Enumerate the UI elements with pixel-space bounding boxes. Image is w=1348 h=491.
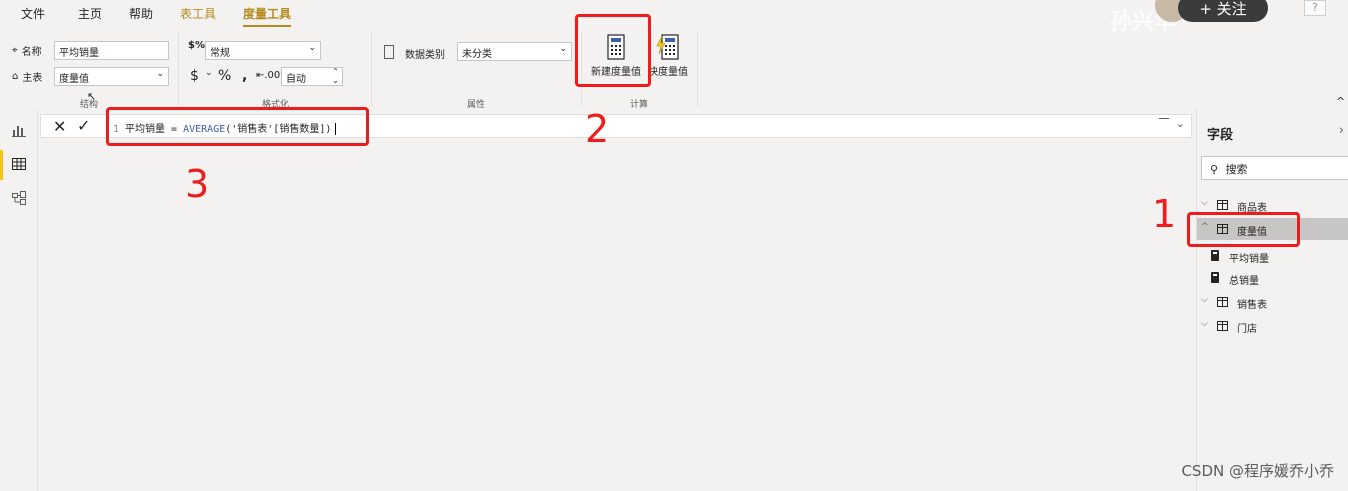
fields-title: 字段 — [1207, 128, 1234, 143]
table-row-store[interactable]: ⌵ 门店 — [1197, 315, 1348, 337]
menu-table-tools[interactable]: 表工具 — [180, 5, 216, 22]
annotation-number-1: 1 — [1152, 192, 1177, 236]
csdn-watermark: CSDN @程序媛乔小乔 — [1181, 462, 1334, 480]
comma-icon[interactable]: , — [242, 68, 247, 84]
chevron-down-icon: ⌄ — [308, 43, 316, 53]
percent-icon[interactable]: % — [218, 68, 231, 84]
collapse-ribbon-icon[interactable]: ^ — [1336, 95, 1345, 108]
measure-icon — [1211, 250, 1219, 261]
annotation-box-formula — [106, 107, 369, 146]
calculations-group-label: 计算 — [630, 100, 649, 110]
view-rail — [0, 110, 38, 491]
chevron-down-icon: ⌄ — [559, 44, 567, 54]
decimal-auto-input[interactable]: 自动 ⌃ ⌄ — [281, 67, 343, 86]
cancel-formula-icon[interactable]: ✕ — [53, 117, 66, 136]
mouse-cursor-icon: ↖ — [87, 90, 97, 103]
search-icon: ⚲ — [1210, 163, 1219, 176]
active-view-indicator — [0, 150, 3, 180]
expand-formula-icon[interactable]: ⌄ — [1176, 117, 1185, 130]
annotation-number-2: 2 — [585, 107, 610, 151]
report-view-icon[interactable] — [11, 122, 27, 138]
ribbon-separator — [178, 32, 179, 106]
model-view-icon[interactable] — [11, 190, 27, 206]
data-canvas — [39, 110, 1195, 491]
fields-pane: 字段 › ⚲ 搜索 ⌵ 商品表 ^ 度量值 平均销量 总销量 ⌵ 销售表 ⌵ 门… — [1196, 110, 1348, 491]
menu-home[interactable]: 主页 — [78, 5, 102, 22]
chevron-down-icon[interactable]: ⌵ — [1201, 295, 1208, 305]
data-category-label: 数据类别 — [405, 50, 445, 61]
annotation-number-3: 3 — [185, 162, 210, 206]
measure-row-total-sales[interactable]: 总销量 — [1197, 267, 1348, 289]
measure-row-avg-sales[interactable]: 平均销量 — [1197, 245, 1348, 267]
quick-calculator-icon — [656, 34, 679, 60]
help-icon[interactable]: ? — [1304, 0, 1326, 16]
data-category-icon — [384, 45, 394, 59]
formula-bar-rule — [1159, 118, 1169, 119]
chevron-down-icon[interactable]: ⌵ — [1201, 319, 1208, 329]
properties-group-label: 属性 — [467, 100, 486, 110]
ribbon: ⌖ 名称 平均销量 ⌂ 主表 度量值 ⌄ 结构 ↖ $% 常规 ⌄ $ ⌄ % , … — [0, 28, 1348, 110]
home-icon: ⌂ — [12, 71, 19, 82]
tag-icon: ⌖ — [12, 45, 18, 56]
table-icon — [1217, 321, 1228, 331]
collapse-pane-icon[interactable]: › — [1339, 123, 1344, 138]
home-table-label: ⌂ 主表 — [12, 71, 43, 84]
table-row-sales[interactable]: ⌵ 销售表 — [1197, 291, 1348, 313]
data-view-icon[interactable] — [11, 156, 27, 172]
table-icon — [1217, 200, 1228, 210]
ribbon-separator — [697, 32, 698, 106]
spinner-icon[interactable]: ⌃ ⌄ — [332, 67, 339, 85]
menu-measure-tools[interactable]: 度量工具 — [243, 5, 292, 27]
follow-button[interactable]: + 关注 — [1178, 0, 1268, 22]
decimal-places-icon[interactable]: ⇤.00 — [256, 70, 280, 81]
menu-file[interactable]: 文件 — [21, 5, 45, 22]
measure-icon — [1211, 272, 1219, 283]
format-icon: $% — [188, 40, 205, 51]
name-input[interactable]: 平均销量 — [54, 41, 169, 60]
name-label: ⌖ 名称 — [12, 45, 42, 58]
format-select[interactable]: 常规 ⌄ — [205, 41, 321, 60]
currency-icon[interactable]: $ — [190, 68, 199, 84]
annotation-box-new-measure — [575, 14, 651, 87]
data-category-select[interactable]: 未分类 ⌄ — [457, 42, 572, 61]
chevron-down-icon[interactable]: ⌵ — [1201, 198, 1208, 208]
home-table-select[interactable]: 度量值 ⌄ — [54, 67, 169, 86]
annotation-box-measure-table — [1187, 212, 1300, 247]
table-icon — [1217, 297, 1228, 307]
commit-formula-icon[interactable]: ✓ — [77, 116, 90, 135]
fields-search-input[interactable]: ⚲ 搜索 — [1201, 156, 1348, 180]
ribbon-separator — [371, 32, 372, 106]
chevron-down-icon[interactable]: ⌄ — [205, 68, 213, 78]
menu-help[interactable]: 帮助 — [129, 5, 153, 22]
chevron-down-icon: ⌄ — [156, 69, 164, 79]
